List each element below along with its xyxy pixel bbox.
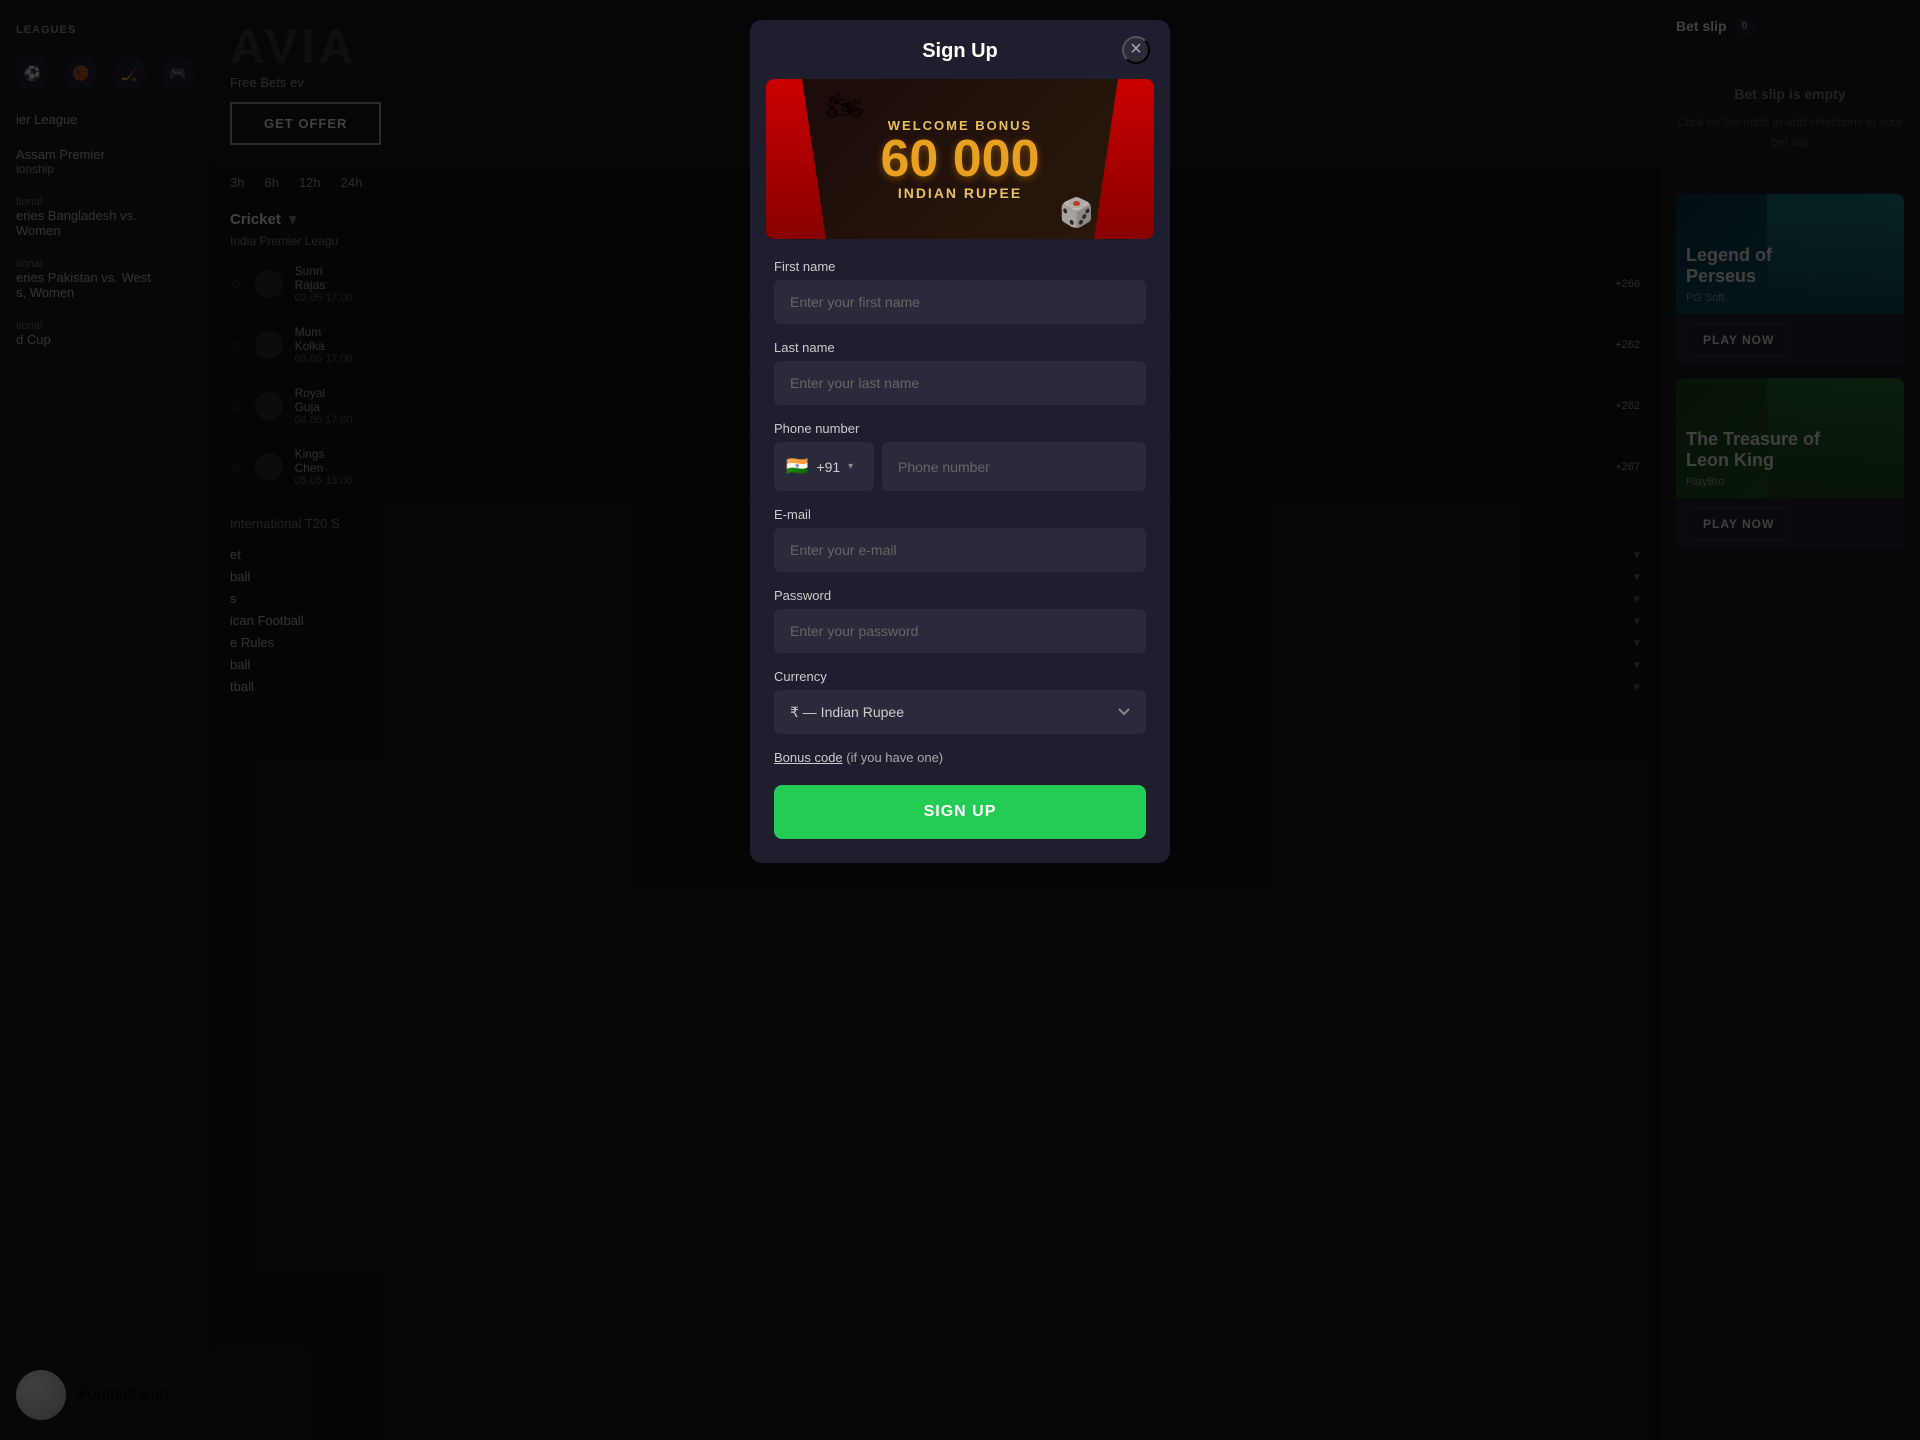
chevron-down-icon: ▾ [848, 461, 853, 472]
modal-overlay: Sign Up × WELCOME BONUS 60 000 INDIAN RU… [0, 0, 1920, 1440]
bonus-code-text: (if you have one) [846, 750, 943, 765]
currency-label: Currency [774, 669, 1146, 684]
phone-label: Phone number [774, 421, 1146, 436]
modal-form: First name Last name Phone number 🇮🇳 +91… [750, 259, 1170, 839]
phone-row: 🇮🇳 +91 ▾ [774, 442, 1146, 491]
banner-stripe-left [766, 79, 826, 239]
modal-banner: WELCOME BONUS 60 000 INDIAN RUPEE 🏍 🎲 [766, 79, 1154, 239]
modal-title: Sign Up [922, 40, 998, 63]
currency-wrapper: ₹ — Indian Rupee $ — US Dollar € — Euro [774, 690, 1146, 734]
last-name-label: Last name [774, 340, 1146, 355]
password-group: Password [774, 588, 1146, 653]
banner-stripe-right [1094, 79, 1154, 239]
email-input[interactable] [774, 528, 1146, 572]
password-label: Password [774, 588, 1146, 603]
currency-select[interactable]: ₹ — Indian Rupee $ — US Dollar € — Euro [774, 690, 1146, 734]
signup-button[interactable]: SIGN UP [774, 785, 1146, 839]
first-name-group: First name [774, 259, 1146, 324]
bonus-code-link[interactable]: Bonus code [774, 750, 843, 765]
last-name-group: Last name [774, 340, 1146, 405]
banner-deco-helmet: 🏍 [826, 89, 864, 124]
email-label: E-mail [774, 507, 1146, 522]
signup-modal: Sign Up × WELCOME BONUS 60 000 INDIAN RU… [750, 20, 1170, 863]
bonus-code-row: Bonus code (if you have one) [774, 750, 1146, 765]
modal-banner-content: WELCOME BONUS 60 000 INDIAN RUPEE [880, 118, 1039, 201]
first-name-label: First name [774, 259, 1146, 274]
banner-currency-label: INDIAN RUPEE [880, 185, 1039, 201]
modal-close-button[interactable]: × [1122, 36, 1150, 64]
phone-country-selector[interactable]: 🇮🇳 +91 ▾ [774, 442, 874, 491]
password-input[interactable] [774, 609, 1146, 653]
banner-amount: 60 000 [880, 133, 1039, 185]
modal-header: Sign Up × [750, 20, 1170, 79]
india-flag-icon: 🇮🇳 [786, 456, 808, 477]
last-name-input[interactable] [774, 361, 1146, 405]
banner-deco-dice: 🎲 [1059, 196, 1094, 229]
country-code: +91 [816, 459, 840, 475]
email-group: E-mail [774, 507, 1146, 572]
first-name-input[interactable] [774, 280, 1146, 324]
phone-number-input[interactable] [882, 442, 1146, 491]
phone-number-group: Phone number 🇮🇳 +91 ▾ [774, 421, 1146, 491]
currency-group: Currency ₹ — Indian Rupee $ — US Dollar … [774, 669, 1146, 734]
